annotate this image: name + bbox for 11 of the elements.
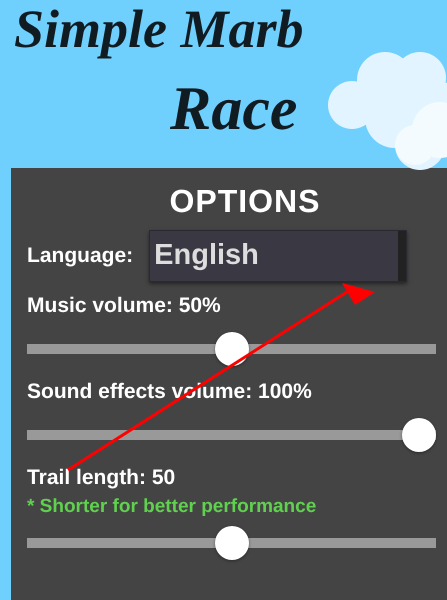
- hint-text: * Shorter for better performance: [27, 496, 316, 518]
- language-label: Language:: [27, 244, 134, 268]
- language-select[interactable]: English: [149, 230, 408, 282]
- slider-thumb[interactable]: [214, 526, 248, 560]
- game-title: Race: [170, 78, 298, 140]
- slider-thumb[interactable]: [214, 332, 248, 366]
- panel-heading: OPTIONS: [169, 182, 320, 220]
- slider-label: Trail length: 50: [27, 466, 176, 490]
- game-title: Simple Marb: [14, 2, 304, 56]
- slider-thumb[interactable]: [402, 418, 436, 452]
- slider-label: Music volume: 50%: [27, 294, 221, 318]
